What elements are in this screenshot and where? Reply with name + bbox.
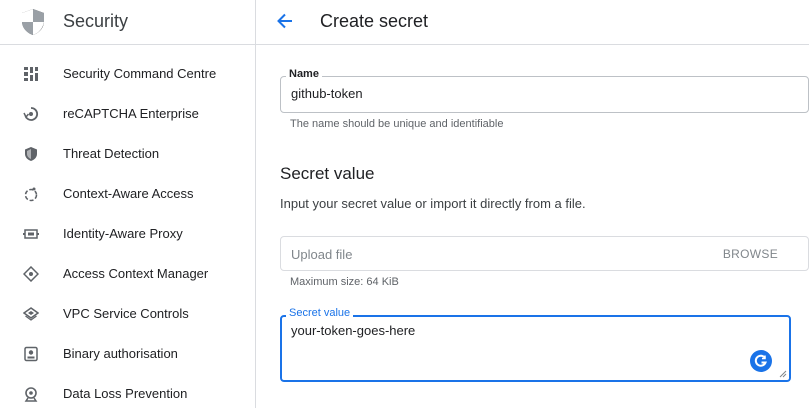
sidebar-item-data-loss-prevention[interactable]: Data Loss Prevention bbox=[0, 374, 255, 408]
browse-button[interactable]: BROWSE bbox=[723, 247, 778, 261]
search-shield-icon bbox=[24, 387, 38, 402]
secret-value-label: Secret value bbox=[286, 307, 354, 319]
name-hint: The name should be unique and identifiab… bbox=[290, 118, 504, 130]
back-arrow-icon[interactable] bbox=[274, 10, 296, 32]
context-access-icon bbox=[24, 187, 38, 202]
sidebar-item-label: Data Loss Prevention bbox=[63, 386, 188, 401]
sidebar-item-recaptcha-enterprise[interactable]: reCAPTCHA Enterprise bbox=[0, 94, 255, 134]
sidebar-item-identity-aware-proxy[interactable]: Identity-Aware Proxy bbox=[0, 214, 255, 254]
dashboard-grid-icon bbox=[24, 67, 38, 81]
section-title: Secret value bbox=[280, 164, 375, 183]
page-title: Create secret bbox=[320, 11, 429, 31]
grammarly-icon[interactable] bbox=[750, 350, 772, 372]
sidebar-item-security-command-centre[interactable]: Security Command Centre bbox=[0, 54, 255, 94]
name-input[interactable] bbox=[291, 86, 771, 101]
sidebar-item-label: Threat Detection bbox=[63, 146, 160, 161]
sidebar-item-access-context-manager[interactable]: Access Context Manager bbox=[0, 254, 255, 294]
security-shield-icon bbox=[22, 9, 44, 35]
proxy-icon bbox=[23, 229, 39, 239]
sidebar-item-binary-authorisation[interactable]: Binary authorisation bbox=[0, 334, 255, 374]
upload-size-hint: Maximum size: 64 KiB bbox=[290, 276, 399, 288]
sidebar-item-label: Identity-Aware Proxy bbox=[63, 226, 183, 241]
sidebar: Security Security Command Centre reCAPTC… bbox=[0, 0, 256, 408]
name-field-label: Name bbox=[286, 68, 322, 80]
name-field[interactable] bbox=[280, 76, 809, 113]
resize-handle-icon[interactable] bbox=[779, 370, 787, 378]
page-header: Create secret bbox=[256, 0, 809, 45]
grammarly-g-icon bbox=[754, 354, 767, 367]
upload-file-placeholder: Upload file bbox=[291, 247, 353, 262]
main-content: Create secret Name The name should be un… bbox=[256, 0, 809, 408]
binary-auth-icon bbox=[24, 346, 38, 362]
sidebar-item-label: reCAPTCHA Enterprise bbox=[63, 106, 199, 121]
secret-value-textarea[interactable]: your-token-goes-here bbox=[280, 315, 791, 382]
sidebar-item-label: Context-Aware Access bbox=[63, 186, 194, 201]
sidebar-item-context-aware-access[interactable]: Context-Aware Access bbox=[0, 174, 255, 214]
sidebar-item-label: Security Command Centre bbox=[63, 66, 217, 81]
diamond-nodes-icon bbox=[23, 266, 39, 282]
section-description: Input your secret value or import it dir… bbox=[280, 196, 586, 211]
sidebar-item-label: Binary authorisation bbox=[63, 346, 178, 361]
layers-icon bbox=[23, 307, 39, 321]
sidebar-header: Security bbox=[0, 0, 256, 45]
sidebar-item-vpc-service-controls[interactable]: VPC Service Controls bbox=[0, 294, 255, 334]
sidebar-item-label: Access Context Manager bbox=[63, 266, 209, 281]
sidebar-item-threat-detection[interactable]: Threat Detection bbox=[0, 134, 255, 174]
shield-icon bbox=[25, 147, 37, 161]
sidebar-item-label: VPC Service Controls bbox=[63, 306, 189, 321]
recaptcha-icon bbox=[23, 107, 39, 121]
secret-value-text[interactable]: your-token-goes-here bbox=[291, 323, 415, 338]
upload-file-field[interactable]: Upload file BROWSE bbox=[280, 236, 809, 271]
sidebar-title: Security bbox=[63, 11, 129, 31]
